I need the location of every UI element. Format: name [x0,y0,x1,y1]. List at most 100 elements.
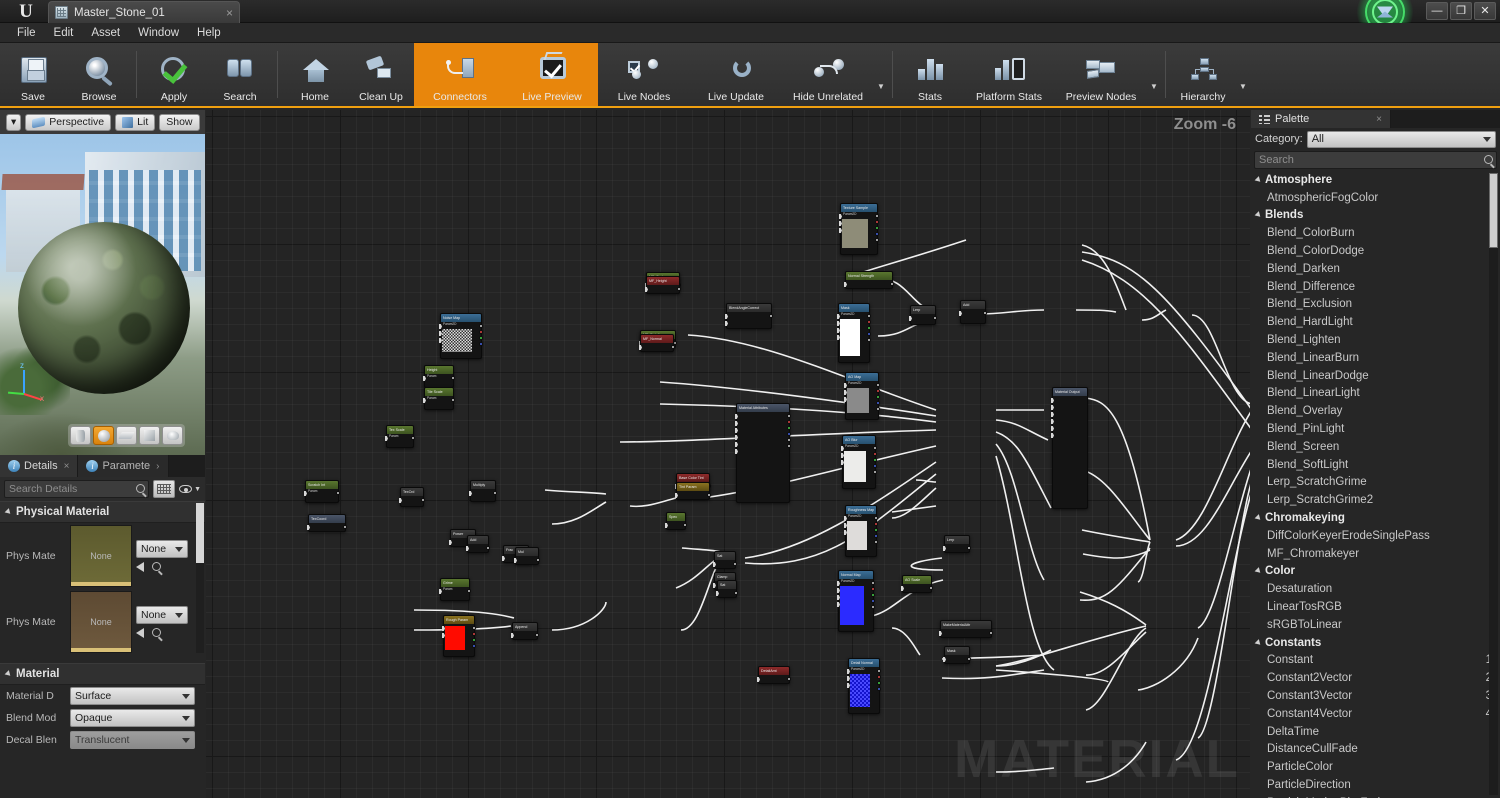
phys-material-1-thumbnail[interactable]: None [70,525,132,587]
preview-nodes-button[interactable]: Preview Nodes [1055,43,1147,106]
palette-item[interactable]: ParticleMotionBlurFade [1251,794,1500,798]
palette-item[interactable]: DiffColorKeyerErodeSinglePass [1251,527,1500,545]
palette-group-header[interactable]: Chromakeying [1251,509,1500,527]
graph-node[interactable]: Scratch Int Param [304,480,340,503]
phys-material-2-combo[interactable]: None [136,606,188,624]
palette-item[interactable]: MF_Chromakeyer [1251,545,1500,563]
asset-tab-master-stone[interactable]: Master_Stone_01 × [48,1,240,23]
node-output-pin[interactable] [493,491,497,495]
node-output-pin[interactable] [873,458,877,462]
palette-item[interactable]: Blend_Screen [1251,438,1500,456]
palette-item[interactable]: Blend_LinearLight [1251,385,1500,403]
graph-node[interactable]: BlendAngleCorrect [725,303,773,329]
palette-item[interactable]: Blend_ColorBurn [1251,224,1500,242]
node-output-pin[interactable] [769,314,773,318]
node-output-pin[interactable] [989,631,993,635]
node-output-pin[interactable] [875,226,879,230]
palette-scrollbar-thumb[interactable] [1489,173,1498,248]
menu-window[interactable]: Window [129,23,188,43]
node-output-pin[interactable] [874,522,878,526]
graph-node[interactable]: Material Output [1051,387,1088,509]
details-scrollbar[interactable] [196,503,204,653]
node-output-pin[interactable] [867,326,871,330]
node-output-pin[interactable] [871,587,875,591]
close-icon[interactable]: × [220,6,233,20]
palette-item[interactable]: Constant1 [1251,652,1500,670]
node-output-pin[interactable] [871,581,875,585]
grid-view-button[interactable] [153,480,176,498]
use-selected-asset-icon[interactable] [136,562,144,572]
node-output-pin[interactable] [875,220,879,224]
node-output-pin[interactable] [876,383,880,387]
node-output-pin[interactable] [787,426,791,430]
graph-node[interactable]: Tile Scale Param [423,387,455,410]
palette-item[interactable]: sRGBToLinear [1251,616,1500,634]
node-output-pin[interactable] [967,657,971,661]
connectors-button[interactable]: Connectors [414,43,506,106]
node-output-pin[interactable] [479,336,483,340]
node-output-pin[interactable] [677,287,681,291]
node-output-pin[interactable] [787,420,791,424]
palette-group-header[interactable]: Blends [1251,207,1500,225]
graph-node[interactable]: Normal Strength [844,271,894,289]
apply-button[interactable]: Apply [141,43,207,106]
platform-stats-button[interactable]: Platform Stats [963,43,1055,106]
node-output-pin[interactable] [929,586,933,590]
browse-to-asset-icon[interactable] [152,628,161,637]
palette-group-header[interactable]: Color [1251,563,1500,581]
blend-mode-combo[interactable]: Opaque [70,709,195,727]
node-output-pin[interactable] [867,332,871,336]
palette-item[interactable]: Desaturation [1251,580,1500,598]
node-output-pin[interactable] [536,558,540,562]
live-update-button[interactable]: Live Update [690,43,782,106]
node-output-pin[interactable] [876,395,880,399]
graph-node[interactable]: Multiply [469,480,497,502]
search-details-input[interactable]: Search Details [4,480,150,498]
graph-node[interactable]: AO Scale [901,575,933,593]
node-output-pin[interactable] [874,540,878,544]
graph-node[interactable]: Normal Map Param2D [837,570,875,632]
palette-item[interactable]: Blend_SoftLight [1251,456,1500,474]
node-output-pin[interactable] [479,330,483,334]
node-output-pin[interactable] [411,436,415,440]
minimize-button[interactable]: — [1426,2,1448,20]
palette-item[interactable]: Lerp_ScratchGrime2 [1251,491,1500,509]
node-output-pin[interactable] [871,605,875,609]
graph-node[interactable]: TexCoord [307,514,347,532]
node-output-pin[interactable] [873,446,877,450]
palette-item[interactable]: Blend_Darken [1251,260,1500,278]
maximize-button[interactable]: ❐ [1450,2,1472,20]
graph-node[interactable]: Grime Param [439,578,471,601]
graph-node[interactable]: Lerp [909,305,937,325]
palette-item[interactable]: Constant4Vector4 [1251,705,1500,723]
browse-to-asset-icon[interactable] [152,562,161,571]
tab-details[interactable]: i Details × [0,455,79,477]
palette-group-header[interactable]: Constants [1251,634,1500,652]
node-output-pin[interactable] [734,591,738,595]
material-preview-viewport[interactable]: ▾ Perspective Lit Show z x [0,110,205,455]
palette-item[interactable]: Blend_PinLight [1251,420,1500,438]
node-output-pin[interactable] [671,345,675,349]
home-button[interactable]: Home [282,43,348,106]
palette-item[interactable]: DistanceCullFade [1251,741,1500,759]
graph-node[interactable]: Sat [716,580,738,598]
hierarchy-button[interactable]: Hierarchy [1170,43,1236,106]
preview-nodes-dropdown-icon[interactable]: ▼ [1147,76,1161,106]
section-material[interactable]: Material [0,663,205,685]
palette-item[interactable]: Blend_HardLight [1251,313,1500,331]
material-domain-combo[interactable]: Surface [70,687,195,705]
menu-asset[interactable]: Asset [82,23,129,43]
node-output-pin[interactable] [421,498,425,502]
graph-node[interactable]: Tint Param [675,482,711,500]
node-output-pin[interactable] [874,534,878,538]
palette-item[interactable]: Blend_Exclusion [1251,296,1500,314]
shape-teapot-button[interactable] [162,426,183,445]
graph-node[interactable]: MakeMaterialAttr [939,620,993,638]
shape-sphere-button[interactable] [93,426,114,445]
lit-mode-button[interactable]: Lit [115,113,156,131]
node-output-pin[interactable] [343,525,347,529]
palette-item[interactable]: LinearTosRGB [1251,598,1500,616]
menu-help[interactable]: Help [188,23,230,43]
node-output-pin[interactable] [787,677,791,681]
node-output-pin[interactable] [877,669,881,673]
